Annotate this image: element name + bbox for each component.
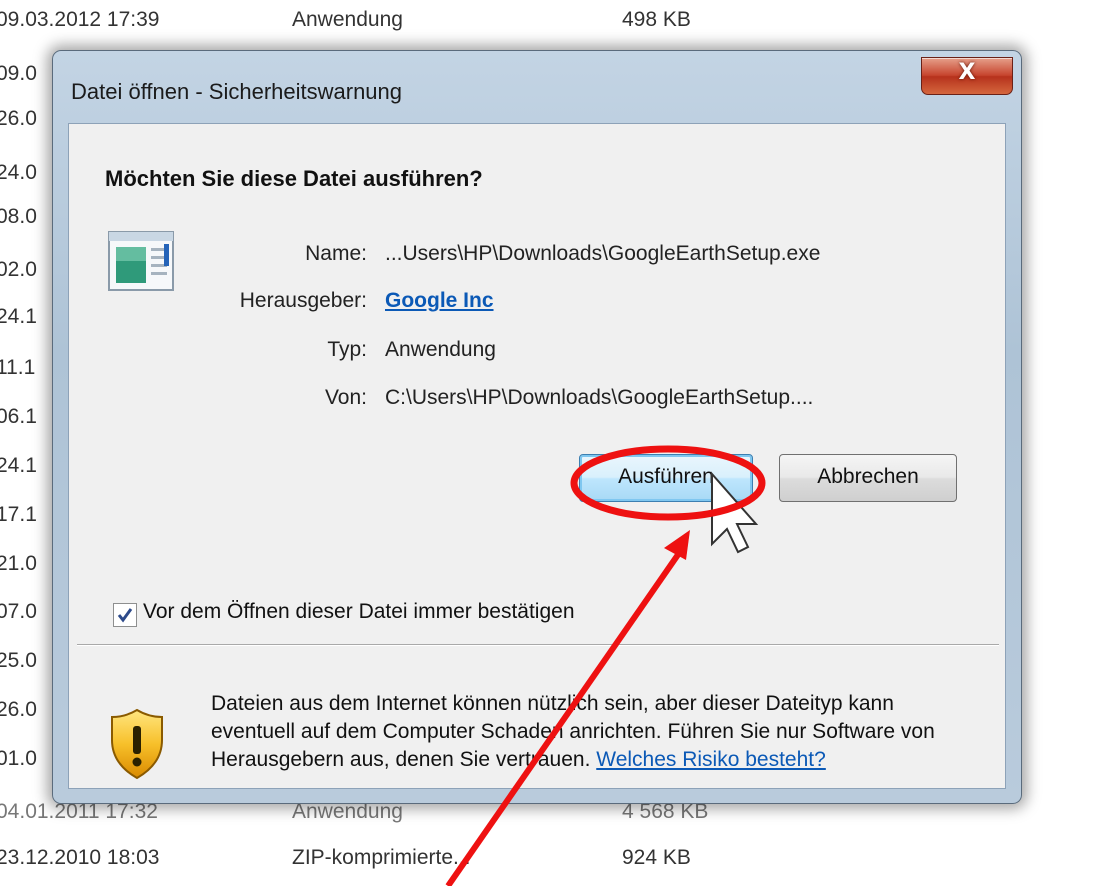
publisher-label: Herausgeber:	[239, 289, 367, 312]
row-date: 11.1	[0, 356, 36, 379]
type-value: Anwendung	[385, 338, 496, 361]
row-date: 21.0	[0, 552, 37, 575]
row-date: 24.0	[0, 161, 37, 184]
separator	[77, 644, 999, 646]
row-date: 02.0	[0, 258, 37, 281]
run-button[interactable]: Ausführen	[579, 454, 753, 502]
publisher-link[interactable]: Google Inc	[385, 289, 494, 313]
row-date: 26.0	[0, 107, 37, 130]
warning-text: Dateien aus dem Internet können nützlich…	[211, 692, 935, 771]
row-date: 24.1	[0, 305, 37, 328]
row-date: 01.0	[0, 747, 37, 770]
row-date: 23.12.2010 18:03	[0, 846, 160, 869]
from-label: Von:	[324, 386, 367, 409]
row-date: 25.0	[0, 649, 37, 672]
type-label: Typ:	[327, 338, 367, 361]
from-value: C:\Users\HP\Downloads\GoogleEarthSetup..…	[385, 386, 814, 409]
row-date: 08.0	[0, 205, 37, 228]
row-type: ZIP-komprimierte...	[292, 846, 471, 869]
dialog-question: Möchten Sie diese Datei ausführen?	[105, 166, 483, 191]
close-icon: X	[958, 60, 976, 85]
dialog-content: Möchten Sie diese Datei ausführen? Name:…	[68, 123, 1006, 789]
name-value: ...Users\HP\Downloads\GoogleEarthSetup.e…	[385, 242, 821, 265]
row-date: 26.0	[0, 698, 37, 721]
checkmark-icon	[117, 608, 133, 623]
row-date: 06.1	[0, 405, 37, 428]
always-confirm-label[interactable]: Vor dem Öffnen dieser Datei immer bestät…	[143, 600, 575, 624]
row-date: 09.0	[0, 62, 37, 85]
security-warning-dialog: Datei öffnen - Sicherheitswarnung X Möch…	[52, 50, 1022, 804]
risk-link[interactable]: Welches Risiko besteht?	[596, 748, 826, 771]
row-type: Anwendung	[292, 8, 403, 31]
always-confirm-checkbox[interactable]	[113, 603, 137, 627]
row-date: 17.1	[0, 503, 37, 526]
row-date: 07.0	[0, 600, 37, 623]
warning-message: Dateien aus dem Internet können nützlich…	[211, 690, 981, 774]
row-size: 498 KB	[622, 8, 691, 31]
row-date: 24.1	[0, 454, 37, 477]
row-date: 09.03.2012 17:39	[0, 8, 160, 31]
close-button[interactable]: X	[921, 57, 1013, 95]
shield-warning-icon	[109, 708, 165, 780]
cancel-button[interactable]: Abbrechen	[779, 454, 957, 502]
name-label: Name:	[305, 242, 367, 265]
dialog-title: Datei öffnen - Sicherheitswarnung	[71, 79, 403, 104]
row-size: 924 KB	[622, 846, 691, 869]
